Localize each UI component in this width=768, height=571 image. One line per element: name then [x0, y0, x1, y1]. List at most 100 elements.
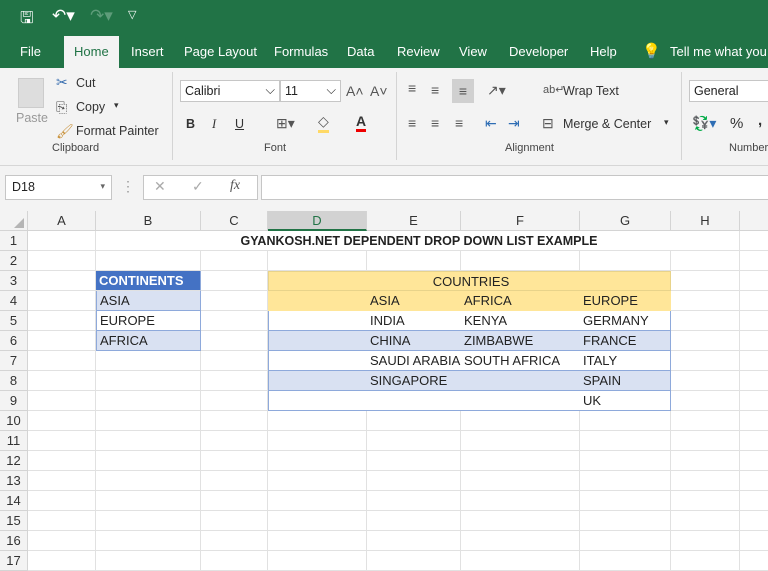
align-right-icon[interactable]: ≡ — [455, 115, 463, 131]
cell[interactable] — [461, 491, 580, 511]
tab-page-layout[interactable]: Page Layout — [184, 44, 257, 59]
cell[interactable] — [671, 331, 740, 351]
cell[interactable] — [28, 431, 96, 451]
cell[interactable] — [28, 391, 96, 411]
country-cell[interactable]: UK — [580, 391, 671, 411]
row-header-8[interactable]: 8 — [0, 371, 28, 391]
customize-icon[interactable]: ▽ — [128, 8, 136, 21]
column-header-h[interactable]: H — [671, 211, 740, 231]
cell[interactable] — [671, 251, 740, 271]
cell[interactable] — [461, 531, 580, 551]
cancel-icon[interactable]: ✕ — [154, 178, 166, 195]
cell[interactable] — [367, 251, 461, 271]
cell[interactable] — [201, 451, 268, 471]
cell[interactable] — [268, 371, 367, 391]
column-header-d[interactable]: D — [268, 211, 367, 231]
cell[interactable] — [580, 431, 671, 451]
undo-icon[interactable]: ↶▾ — [52, 6, 75, 26]
continent-cell[interactable]: AFRICA — [96, 331, 201, 351]
save-icon[interactable]: 🖫 — [20, 7, 34, 34]
font-color-icon[interactable]: A — [356, 113, 367, 132]
cell[interactable] — [740, 371, 768, 391]
row-header-10[interactable]: 10 — [0, 411, 28, 431]
country-cell[interactable] — [367, 391, 461, 411]
cell[interactable] — [28, 471, 96, 491]
column-header-f[interactable]: F — [461, 211, 580, 231]
cell[interactable] — [740, 511, 768, 531]
decrease-font-icon[interactable]: A˅ — [370, 83, 388, 99]
cell[interactable] — [28, 291, 96, 311]
cell[interactable] — [671, 431, 740, 451]
cell[interactable] — [671, 451, 740, 471]
row-header-12[interactable]: 12 — [0, 451, 28, 471]
cell[interactable] — [28, 551, 96, 571]
cell[interactable] — [367, 471, 461, 491]
cell[interactable] — [268, 431, 367, 451]
wrap-text-button[interactable]: Wrap Text — [563, 84, 619, 98]
cell[interactable] — [201, 391, 268, 411]
cell[interactable] — [268, 331, 367, 351]
copy-button[interactable]: Copy — [76, 100, 105, 114]
paste-button[interactable]: Paste — [16, 111, 48, 125]
cell[interactable] — [580, 491, 671, 511]
cell[interactable] — [96, 451, 201, 471]
cell[interactable] — [28, 511, 96, 531]
cell[interactable] — [740, 331, 768, 351]
cell[interactable] — [268, 491, 367, 511]
cell[interactable] — [671, 311, 740, 331]
cell[interactable] — [201, 491, 268, 511]
row-header-13[interactable]: 13 — [0, 471, 28, 491]
country-cell[interactable]: KENYA — [461, 311, 580, 331]
cell[interactable] — [28, 371, 96, 391]
cell[interactable] — [671, 291, 740, 311]
cell[interactable] — [96, 531, 201, 551]
font-size-dropdown[interactable]: 11 ⌵ — [280, 80, 341, 102]
cell[interactable] — [28, 231, 96, 251]
tell-me-search[interactable]: Tell me what you — [670, 44, 767, 59]
cell[interactable] — [268, 291, 367, 311]
cell[interactable] — [367, 431, 461, 451]
cell[interactable] — [28, 451, 96, 471]
align-top-icon[interactable]: ≡ — [408, 80, 416, 96]
tab-view[interactable]: View — [459, 44, 487, 59]
sheet-title[interactable]: GYANKOSH.NET DEPENDENT DROP DOWN LIST EX… — [96, 231, 740, 251]
country-cell[interactable]: ZIMBABWE — [461, 331, 580, 351]
cell[interactable] — [96, 391, 201, 411]
underline-button[interactable]: U — [235, 117, 244, 131]
cell[interactable] — [367, 411, 461, 431]
cell[interactable] — [740, 491, 768, 511]
cell[interactable] — [740, 471, 768, 491]
cell[interactable] — [201, 511, 268, 531]
number-format-dropdown[interactable]: General — [689, 80, 768, 102]
cell[interactable] — [201, 291, 268, 311]
cell[interactable] — [671, 371, 740, 391]
cell[interactable] — [268, 551, 367, 571]
name-box[interactable]: D18 ▾ — [5, 175, 112, 200]
select-all-corner[interactable] — [0, 211, 28, 231]
cell[interactable] — [28, 491, 96, 511]
cell[interactable] — [461, 551, 580, 571]
increase-font-icon[interactable]: A˄ — [346, 83, 364, 99]
cell[interactable] — [461, 251, 580, 271]
country-cell[interactable]: SINGAPORE — [367, 371, 461, 391]
cell[interactable] — [201, 331, 268, 351]
tab-developer[interactable]: Developer — [509, 44, 568, 59]
cell[interactable] — [367, 551, 461, 571]
cell[interactable] — [740, 291, 768, 311]
country-column-header[interactable]: EUROPE — [580, 291, 671, 311]
cell[interactable] — [740, 271, 768, 291]
cell[interactable] — [740, 551, 768, 571]
merge-center-button[interactable]: Merge & Center — [563, 117, 651, 131]
continent-cell[interactable]: ASIA — [96, 291, 201, 311]
cut-button[interactable]: Cut — [76, 76, 95, 90]
align-center-icon[interactable]: ≡ — [431, 115, 439, 131]
row-header-14[interactable]: 14 — [0, 491, 28, 511]
country-cell[interactable]: GERMANY — [580, 311, 671, 331]
cell[interactable] — [671, 511, 740, 531]
italic-button[interactable]: I — [212, 117, 216, 132]
column-header-c[interactable]: C — [201, 211, 268, 231]
cell[interactable] — [96, 351, 201, 371]
cell[interactable] — [580, 251, 671, 271]
tab-formulas[interactable]: Formulas — [274, 44, 328, 59]
increase-indent-icon[interactable]: ⇥ — [508, 115, 520, 132]
